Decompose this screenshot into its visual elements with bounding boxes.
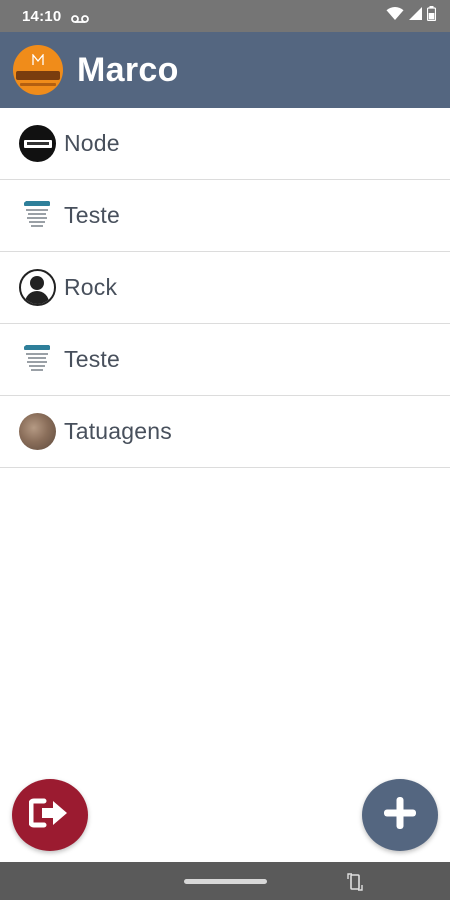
status-time: 14:10 — [22, 7, 62, 25]
battery-icon — [426, 6, 437, 26]
person-placeholder-icon — [19, 269, 56, 306]
logo-band — [16, 71, 60, 80]
list-item-label: Teste — [64, 346, 120, 372]
list-item-label: Teste — [64, 202, 120, 228]
flyer-thumbnail-icon — [19, 197, 56, 234]
screen: 14:10 Marco Node Teste Rock Teste Tatuag… — [0, 0, 450, 900]
add-button[interactable] — [362, 779, 438, 851]
list-item[interactable]: Teste — [0, 180, 450, 252]
wifi-icon — [386, 6, 404, 26]
list-item-label: Tatuagens — [64, 418, 172, 444]
status-bar: 14:10 — [0, 0, 450, 32]
profile-avatar[interactable] — [13, 45, 63, 95]
navigation-bar — [0, 862, 450, 900]
rotate-screen-icon[interactable] — [346, 871, 364, 893]
status-icons — [386, 6, 437, 26]
list-item[interactable]: Tatuagens — [0, 396, 450, 468]
voicemail-icon — [71, 11, 90, 23]
list-item-label: Node — [64, 130, 120, 156]
home-gesture-handle[interactable] — [184, 879, 267, 884]
page-title: Marco — [77, 50, 179, 89]
node-logo-icon — [19, 125, 56, 162]
list-item-label: Rock — [64, 274, 118, 300]
list-item[interactable]: Rock — [0, 252, 450, 324]
logo-monogram-icon — [31, 53, 45, 69]
logout-button[interactable] — [12, 779, 88, 851]
list-item[interactable]: Node — [0, 108, 450, 180]
cell-signal-icon — [409, 7, 422, 25]
tattoo-photo-icon — [19, 413, 56, 450]
plus-icon — [382, 795, 418, 836]
app-bar: Marco — [0, 32, 450, 108]
exit-arrow-icon — [28, 798, 71, 833]
logo-line — [20, 83, 56, 86]
list-item[interactable]: Teste — [0, 324, 450, 396]
flyer-thumbnail-icon — [19, 341, 56, 378]
item-list: Node Teste Rock Teste Tatuagens — [0, 108, 450, 468]
